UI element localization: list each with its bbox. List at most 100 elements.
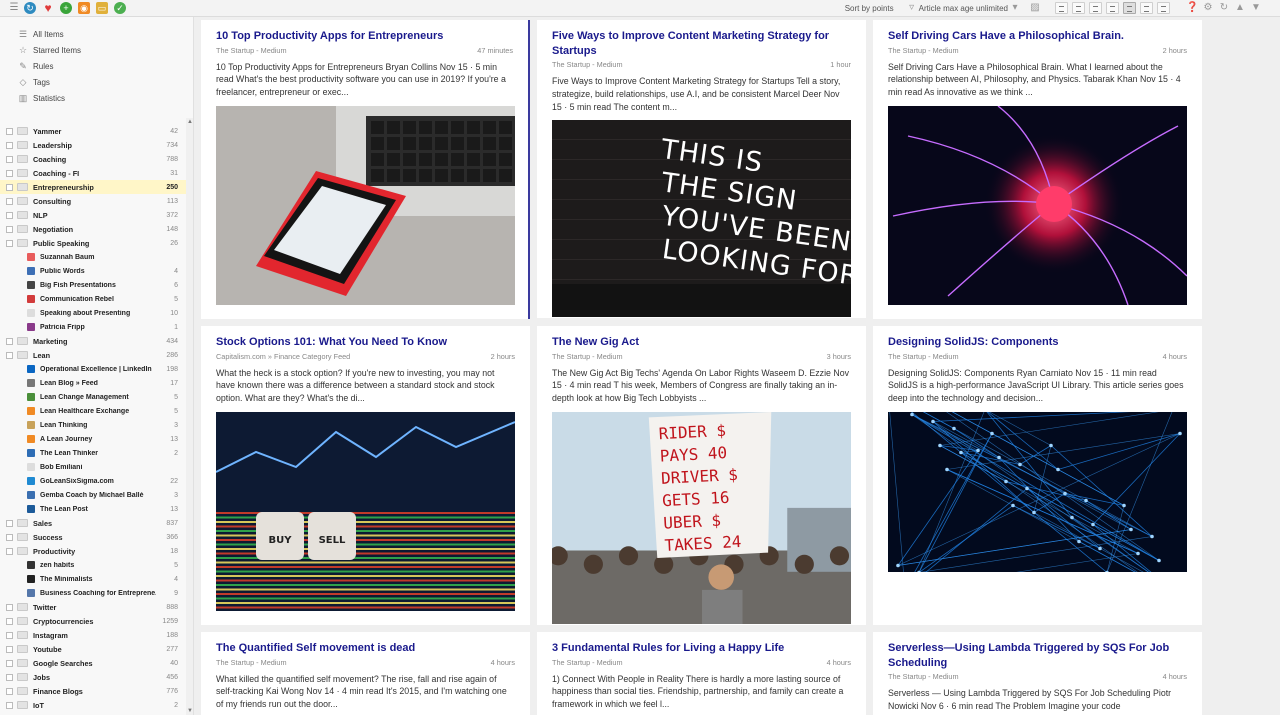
- feed-item[interactable]: Lean Healthcare Exchange 5: [0, 404, 186, 418]
- layout-thumbs-button[interactable]: [1089, 2, 1102, 14]
- help-icon[interactable]: ❓: [1186, 2, 1198, 14]
- article-source[interactable]: The Startup - Medium: [216, 46, 287, 57]
- article-card[interactable]: 10 Top Productivity Apps for Entrepreneu…: [201, 20, 530, 319]
- expander-icon[interactable]: [6, 183, 13, 191]
- folder-item[interactable]: Twitter 888: [0, 600, 186, 614]
- folder-item[interactable]: Finance Blogs 776: [0, 684, 186, 698]
- expander-icon[interactable]: [6, 239, 13, 247]
- feed-item[interactable]: Suzannah Baum: [0, 250, 186, 264]
- article-age-selector[interactable]: ▿ Article max age unlimited ▾: [908, 2, 1019, 14]
- expander-icon[interactable]: [6, 211, 13, 219]
- feed-item[interactable]: Gemba Coach by Michael Ballé 3: [0, 488, 186, 502]
- article-title[interactable]: Stock Options 101: What You Need To Know: [216, 335, 515, 350]
- folder-item[interactable]: Productivity 18: [0, 544, 186, 558]
- folder-item[interactable]: Instagram 188: [0, 628, 186, 642]
- feed-item[interactable]: zen habits 5: [0, 558, 186, 572]
- feed-item[interactable]: Operational Excellence | LinkedIn 198: [0, 362, 186, 376]
- article-title[interactable]: Self Driving Cars Have a Philosophical B…: [888, 29, 1187, 44]
- folder-icon[interactable]: ▭: [96, 2, 108, 14]
- folder-item[interactable]: Google Searches 40: [0, 656, 186, 670]
- feed-item[interactable]: The Lean Post 13: [0, 502, 186, 516]
- expander-icon[interactable]: [6, 687, 13, 695]
- expander-icon[interactable]: [6, 533, 13, 541]
- expander-icon[interactable]: [6, 351, 13, 359]
- folder-item[interactable]: Public Speaking 26: [0, 236, 186, 250]
- picture-toggle-icon[interactable]: ▨: [1029, 2, 1041, 14]
- article-title[interactable]: Serverless—Using Lambda Triggered by SQS…: [888, 641, 1187, 670]
- layout-full-button[interactable]: [1157, 2, 1170, 14]
- article-title[interactable]: The Quantified Self movement is dead: [216, 641, 515, 656]
- expander-icon[interactable]: [6, 519, 13, 527]
- plasma-ball-photo[interactable]: [888, 105, 1187, 305]
- sort-selector[interactable]: Sort by points: [845, 4, 894, 13]
- sidebar-nav-tags[interactable]: ◇ Tags: [0, 74, 193, 90]
- folder-item[interactable]: Yammer 42: [0, 124, 186, 138]
- sidebar-scrollbar[interactable]: ▲ ▼: [186, 118, 193, 715]
- article-source[interactable]: The Startup - Medium: [552, 658, 623, 669]
- folder-item[interactable]: IoT 2: [0, 698, 186, 712]
- expander-icon[interactable]: [6, 547, 13, 555]
- sync-icon[interactable]: ↻: [1218, 2, 1230, 14]
- article-source[interactable]: The Startup - Medium: [888, 46, 959, 57]
- layout-grid-button[interactable]: [1140, 2, 1153, 14]
- article-source[interactable]: The Startup - Medium: [888, 352, 959, 363]
- menu-icon[interactable]: ☰: [8, 2, 20, 14]
- stock-dice-photo[interactable]: BUY SELL: [216, 411, 515, 611]
- folder-item[interactable]: Lean 286: [0, 348, 186, 362]
- expander-icon[interactable]: [6, 673, 13, 681]
- feed-item[interactable]: Public Words 4: [0, 264, 186, 278]
- sidebar-nav-starred-items[interactable]: ☆ Starred Items: [0, 42, 193, 58]
- article-source[interactable]: The Startup - Medium: [552, 352, 623, 363]
- folder-item[interactable]: Sales 837: [0, 516, 186, 530]
- sidebar-nav-statistics[interactable]: ▥ Statistics: [0, 90, 193, 106]
- feed-item[interactable]: Big Fish Presentations 6: [0, 278, 186, 292]
- feed-item[interactable]: Speaking about Presenting 10: [0, 306, 186, 320]
- expander-icon[interactable]: [6, 337, 13, 345]
- feed-item[interactable]: Communication Rebel 5: [0, 292, 186, 306]
- phone-laptop-photo[interactable]: [216, 105, 515, 305]
- arrow-down-icon[interactable]: ▼: [1250, 2, 1262, 14]
- expander-icon[interactable]: [6, 659, 13, 667]
- folder-item[interactable]: Consulting 113: [0, 194, 186, 208]
- article-title[interactable]: Designing SolidJS: Components: [888, 335, 1187, 350]
- protest-photo[interactable]: RIDER $ PAYS 40 DRIVER $ GETS 16 UBER $ TAKES…: [552, 411, 851, 624]
- article-card[interactable]: Self Driving Cars Have a Philosophical B…: [873, 20, 1202, 319]
- feed-item[interactable]: Lean Thinking 3: [0, 418, 186, 432]
- article-card[interactable]: The Quantified Self movement is dead The …: [201, 632, 530, 715]
- article-title[interactable]: Five Ways to Improve Content Marketing S…: [552, 29, 851, 58]
- folder-item[interactable]: Coaching 788: [0, 152, 186, 166]
- folder-item[interactable]: Jobs 456: [0, 670, 186, 684]
- folder-item[interactable]: Leadership 734: [0, 138, 186, 152]
- neon-sign-photo[interactable]: THIS IS THE SIGN YOU'VE BEEN LOOKING FOR: [552, 120, 851, 318]
- mark-read-icon[interactable]: ✓: [114, 2, 126, 14]
- expander-icon[interactable]: [6, 645, 13, 653]
- article-card[interactable]: 3 Fundamental Rules for Living a Happy L…: [537, 632, 866, 715]
- layout-compact-button[interactable]: [1072, 2, 1085, 14]
- refresh-feeds-icon[interactable]: ↻: [24, 2, 36, 14]
- article-card[interactable]: Designing SolidJS: Components The Startup…: [873, 326, 1202, 625]
- folder-item[interactable]: Coaching - FI 31: [0, 166, 186, 180]
- layout-cards-button[interactable]: [1123, 2, 1136, 14]
- layout-magazine-button[interactable]: [1106, 2, 1119, 14]
- feed-item[interactable]: Lean Blog » Feed 17: [0, 376, 186, 390]
- article-card[interactable]: Five Ways to Improve Content Marketing S…: [537, 20, 866, 318]
- expander-icon[interactable]: [6, 141, 13, 149]
- article-card[interactable]: Serverless—Using Lambda Triggered by SQS…: [873, 632, 1202, 715]
- add-feed-icon[interactable]: +: [60, 2, 72, 14]
- expander-icon[interactable]: [6, 155, 13, 163]
- feed-item[interactable]: The Lean Thinker 2: [0, 446, 186, 460]
- feed-item[interactable]: A Lean Journey 13: [0, 432, 186, 446]
- folder-item[interactable]: NLP 372: [0, 208, 186, 222]
- article-source[interactable]: The Startup - Medium: [552, 60, 623, 71]
- sidebar-nav-all-items[interactable]: ☰ All Items: [0, 26, 193, 42]
- expander-icon[interactable]: [6, 169, 13, 177]
- folder-item[interactable]: Success 366: [0, 530, 186, 544]
- expander-icon[interactable]: [6, 197, 13, 205]
- gear-icon[interactable]: ⚙: [1202, 2, 1214, 14]
- layout-list-button[interactable]: [1055, 2, 1068, 14]
- feed-item[interactable]: GoLeanSixSigma.com 22: [0, 474, 186, 488]
- network-photo[interactable]: [888, 411, 1187, 572]
- rss-icon[interactable]: ◉: [78, 2, 90, 14]
- article-source[interactable]: The Startup - Medium: [216, 658, 287, 669]
- article-source[interactable]: The Startup - Medium: [888, 672, 959, 683]
